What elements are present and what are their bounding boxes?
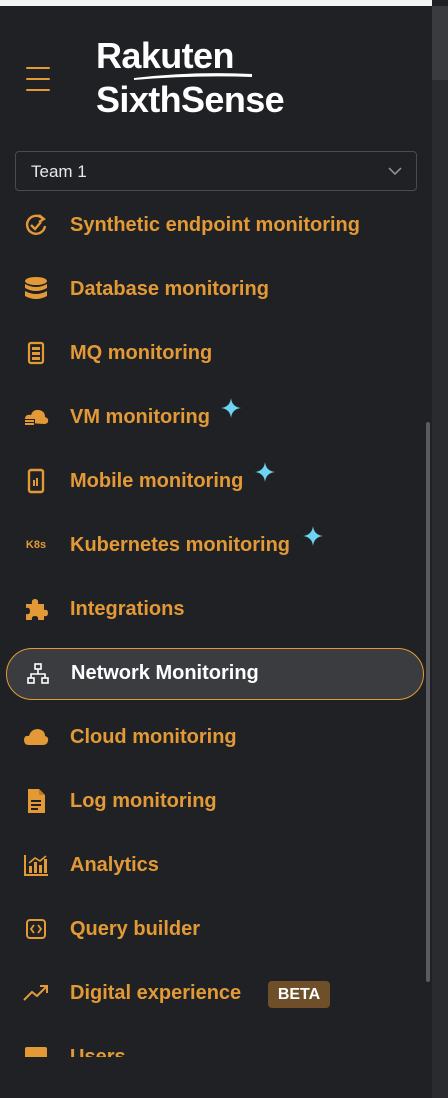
nav-item-label: Cloud monitoring xyxy=(70,726,237,748)
nav-item-digital-experience[interactable]: Digital experience BETA xyxy=(0,969,430,1017)
nav-item-label: Integrations xyxy=(70,598,185,620)
menu-toggle-button[interactable] xyxy=(24,65,52,93)
nav-item-database-monitoring[interactable]: Database monitoring xyxy=(0,265,430,313)
vm-cloud-icon xyxy=(22,405,50,429)
nav-item-label: Digital experience xyxy=(70,982,242,1004)
mobile-icon xyxy=(22,468,50,494)
sparkle-icon xyxy=(221,398,241,418)
nav-item-vm-monitoring[interactable]: VM monitoring xyxy=(0,393,430,441)
nav-item-query-builder[interactable]: Query builder xyxy=(0,905,430,953)
nav-item-label: Log monitoring xyxy=(70,790,217,812)
database-icon xyxy=(22,277,50,301)
team-select[interactable]: Team 1 xyxy=(15,151,417,191)
nav-item-mq-monitoring[interactable]: MQ monitoring xyxy=(0,329,430,377)
page-scroll-thumb[interactable] xyxy=(432,6,448,80)
analytics-icon xyxy=(22,853,50,877)
chevron-down-icon xyxy=(388,167,402,176)
nav-item-network-monitoring[interactable]: Network Monitoring xyxy=(0,648,430,700)
page-scroll-track[interactable] xyxy=(432,6,448,1098)
top-edge xyxy=(0,0,432,6)
document-icon xyxy=(22,789,50,813)
nav-item-synthetic-endpoint-monitoring[interactable]: Synthetic endpoint monitoring xyxy=(0,201,430,249)
nav-item-label: Analytics xyxy=(70,854,159,876)
nav-item-kubernetes-monitoring[interactable]: K8s Kubernetes monitoring xyxy=(0,521,430,569)
trend-icon xyxy=(22,981,50,1005)
k8s-icon: K8s xyxy=(25,539,47,551)
nav-item-label: VM monitoring xyxy=(70,406,210,428)
team-select-value: Team 1 xyxy=(31,162,87,181)
nav-item-label: MQ monitoring xyxy=(70,342,213,364)
nav-item-label: Synthetic endpoint monitoring xyxy=(70,214,360,236)
sidebar-scrollbar[interactable] xyxy=(426,422,430,982)
logo: Rakuten SixthSense xyxy=(96,36,326,122)
nav-item-log-monitoring[interactable]: Log monitoring xyxy=(0,777,430,825)
nav-item-label: Database monitoring xyxy=(70,278,269,300)
message-queue-icon xyxy=(22,341,50,365)
sparkle-icon xyxy=(303,526,323,546)
beta-badge: BETA xyxy=(268,981,330,1008)
sync-check-icon xyxy=(22,213,50,237)
nav-item-analytics[interactable]: Analytics xyxy=(0,841,430,889)
users-icon xyxy=(22,1045,50,1057)
network-icon xyxy=(24,662,52,686)
nav-item-label: Query builder xyxy=(70,918,201,940)
code-icon xyxy=(22,917,50,941)
nav-item-users[interactable]: Users xyxy=(0,1033,430,1057)
sparkle-icon xyxy=(255,462,275,482)
cloud-icon xyxy=(22,725,50,749)
nav-item-label: Users xyxy=(70,1046,126,1057)
puzzle-icon xyxy=(22,597,50,621)
nav-item-mobile-monitoring[interactable]: Mobile monitoring xyxy=(0,457,430,505)
nav-item-label: Kubernetes monitoring xyxy=(70,534,291,556)
nav-item-label: Mobile monitoring xyxy=(70,470,244,492)
nav-item-cloud-monitoring[interactable]: Cloud monitoring xyxy=(0,713,430,761)
nav-item-integrations[interactable]: Integrations xyxy=(0,585,430,633)
nav-item-label: Network Monitoring xyxy=(71,662,259,684)
logo-line-2: SixthSense xyxy=(96,79,285,120)
